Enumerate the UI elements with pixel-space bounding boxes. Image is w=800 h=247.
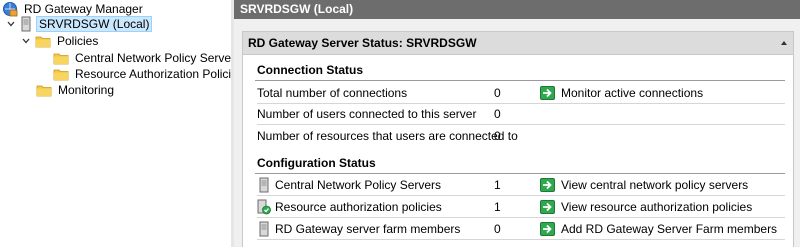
server-icon xyxy=(259,177,269,193)
row-value: 0 xyxy=(494,222,501,236)
table-row: Central Network Policy Servers 1 View ce… xyxy=(257,175,785,196)
row-value: 1 xyxy=(494,178,501,192)
details-pane: SRVRDSGW (Local) RD Gateway Server Statu… xyxy=(234,0,800,247)
collapse-icon[interactable] xyxy=(781,41,787,45)
folder-icon xyxy=(53,69,69,80)
server-icon xyxy=(259,221,269,237)
green-arrow-icon xyxy=(540,222,555,236)
folder-icon xyxy=(35,36,51,47)
row-label: Central Network Policy Servers xyxy=(275,178,442,192)
row-label: Resource authorization policies xyxy=(275,200,442,214)
row-label-wrap: Resource authorization policies xyxy=(257,199,494,215)
action-label: Monitor active connections xyxy=(561,86,704,100)
row-label-wrap: RD Gateway server farm members xyxy=(257,221,494,237)
green-arrow-icon xyxy=(540,86,555,100)
pane-header: SRVRDSGW (Local) xyxy=(234,0,800,19)
view-rap-link[interactable]: View resource authorization policies xyxy=(540,200,752,214)
tree-item-monitoring[interactable]: Monitoring xyxy=(36,81,116,98)
policy-check-icon xyxy=(257,199,271,215)
chevron-down-icon[interactable] xyxy=(5,18,17,30)
view-cnps-link[interactable]: View central network policy servers xyxy=(540,178,748,192)
tree-label-rap: Resource Authorization Policies xyxy=(75,66,244,81)
row-label-wrap: Central Network Policy Servers xyxy=(257,177,494,193)
navigation-tree: RD Gateway Manager SRVRDSGW (Local) Poli… xyxy=(0,0,244,247)
table-row: Total number of connections 0 Monitor ac… xyxy=(257,83,785,104)
section-divider xyxy=(255,80,785,81)
section-divider xyxy=(255,173,785,174)
table-row: Number of users connected to this server… xyxy=(257,104,785,125)
folder-icon xyxy=(36,85,52,96)
row-value: 1 xyxy=(494,200,501,214)
monitor-connections-link[interactable]: Monitor active connections xyxy=(540,86,703,100)
panel-title-text: RD Gateway Server Status: SRVRDSGW xyxy=(248,36,477,50)
row-label: Number of resources that users are conne… xyxy=(257,128,518,143)
row-value: 0 xyxy=(494,128,501,143)
section-title-configuration: Configuration Status xyxy=(257,156,376,170)
section-title-connection: Connection Status xyxy=(257,63,364,77)
green-arrow-icon xyxy=(540,200,555,214)
server-icon xyxy=(21,16,31,31)
tree-label-policies: Policies xyxy=(57,33,99,48)
tree-label-cnps: Central Network Policy Servers xyxy=(75,50,242,65)
green-arrow-icon xyxy=(540,178,555,192)
tree-label-server: SRVRDSGW (Local) xyxy=(36,15,153,32)
row-value: 0 xyxy=(494,86,501,100)
tree-item-server[interactable]: SRVRDSGW (Local) xyxy=(5,15,153,32)
chevron-down-icon[interactable] xyxy=(20,35,32,47)
tree-item-policies[interactable]: Policies xyxy=(20,32,100,49)
row-label: Total number of connections xyxy=(257,86,408,100)
tree-label-monitoring: Monitoring xyxy=(58,82,115,97)
folder-icon xyxy=(53,53,69,64)
row-label: RD Gateway server farm members xyxy=(275,222,461,236)
tree-item-rap[interactable]: Resource Authorization Policies xyxy=(53,65,246,82)
row-label: Number of users connected to this server xyxy=(257,107,477,121)
table-row: RD Gateway server farm members 0 Add RD … xyxy=(257,219,785,240)
tree-item-cnps[interactable]: Central Network Policy Servers xyxy=(53,49,243,66)
table-row: Number of resources that users are conne… xyxy=(257,125,785,146)
action-label: View resource authorization policies xyxy=(561,200,753,214)
action-label: Add RD Gateway Server Farm members xyxy=(561,222,778,236)
row-value: 0 xyxy=(494,107,501,121)
table-row: Resource authorization policies 1 View r… xyxy=(257,197,785,218)
status-panel: RD Gateway Server Status: SRVRDSGW Conne… xyxy=(242,31,794,247)
panel-title[interactable]: RD Gateway Server Status: SRVRDSGW xyxy=(243,32,793,55)
action-label: View central network policy servers xyxy=(561,178,749,192)
add-farm-members-link[interactable]: Add RD Gateway Server Farm members xyxy=(540,222,777,236)
